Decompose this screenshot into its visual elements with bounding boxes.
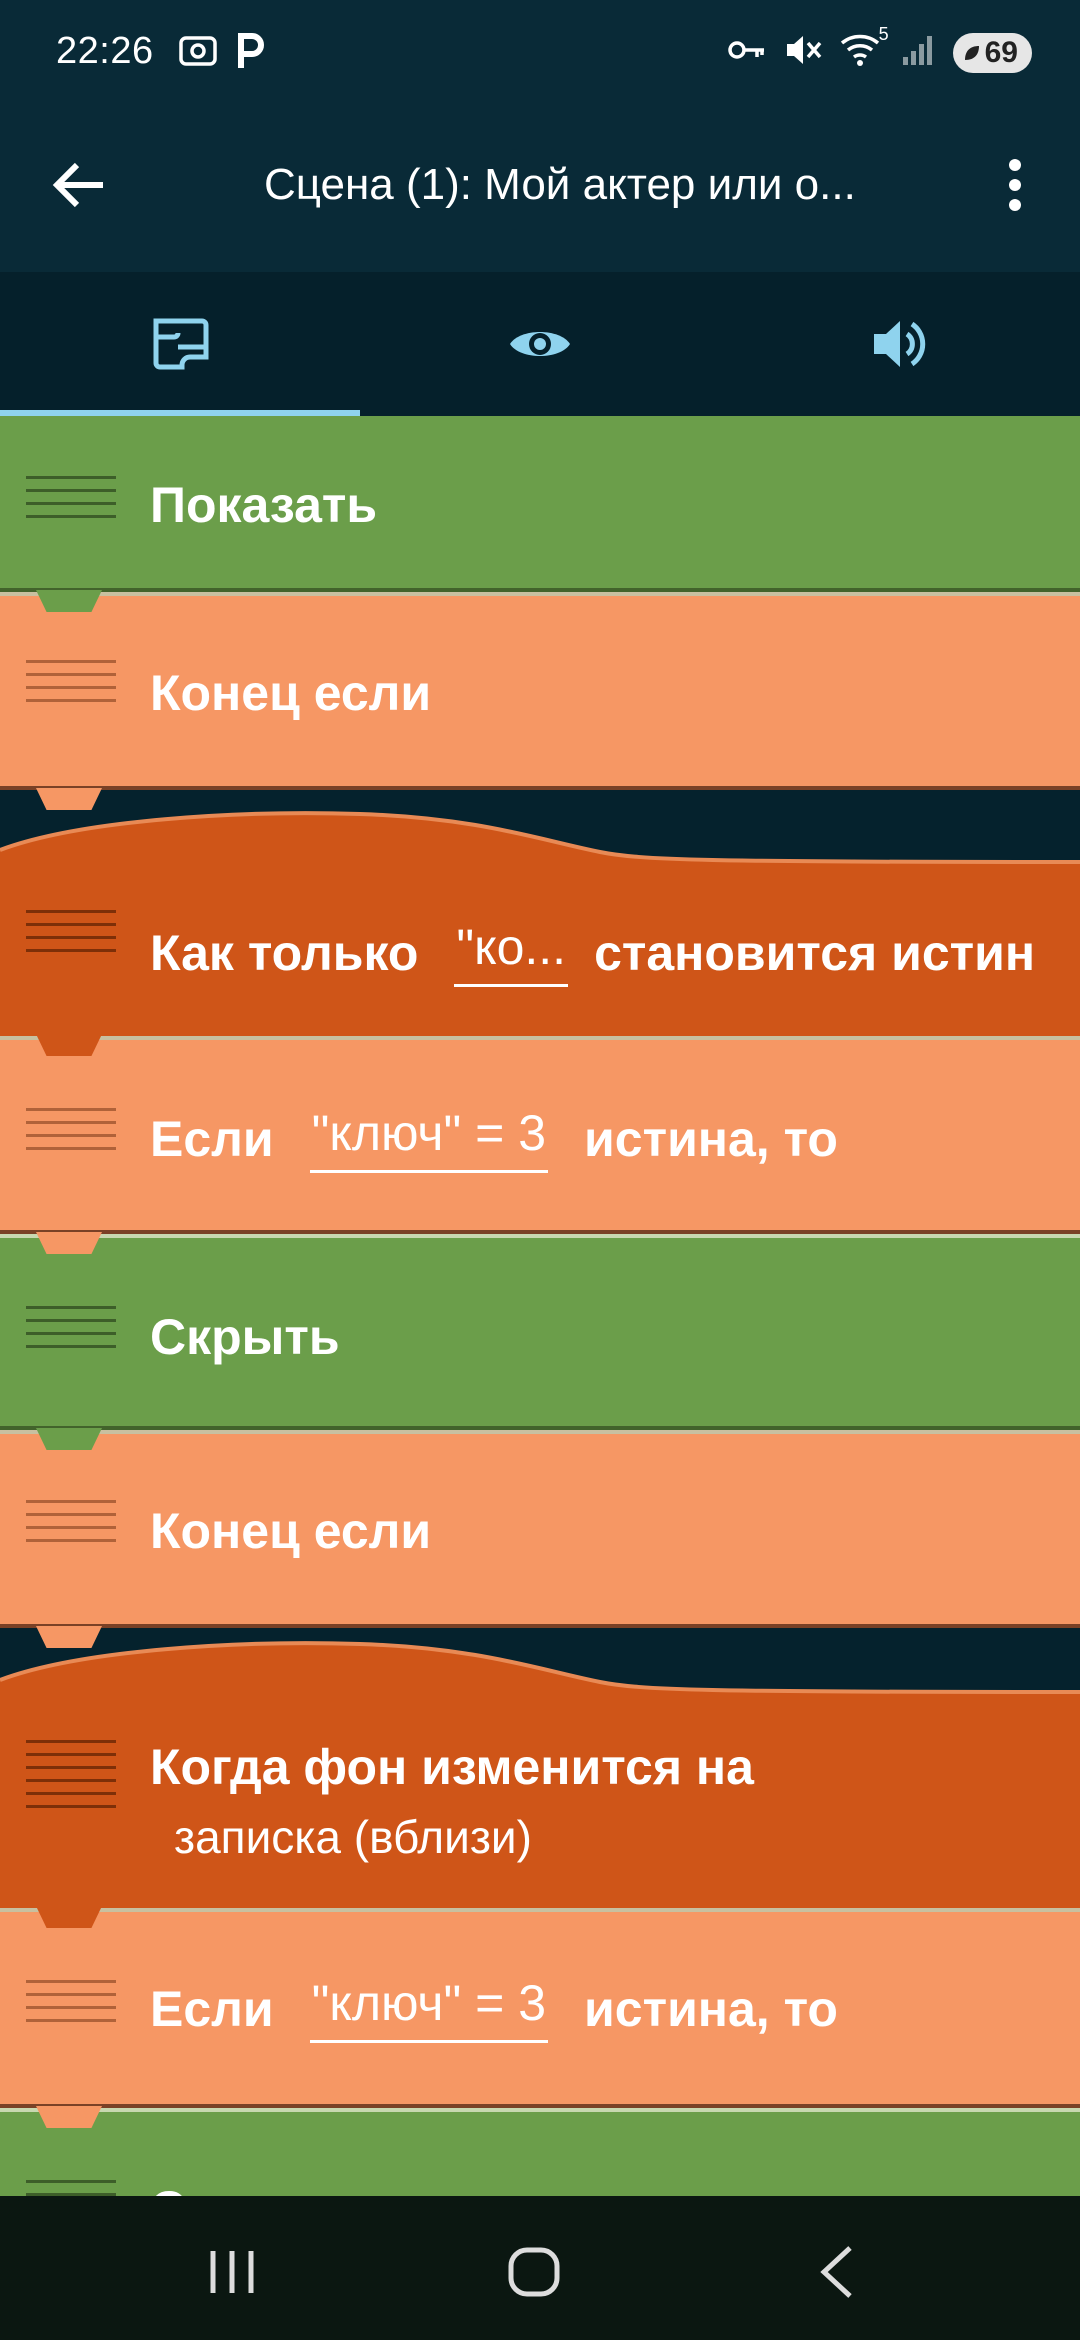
brick-label: Скрыть xyxy=(150,2180,340,2196)
speaker-icon xyxy=(874,321,926,367)
drag-handle-icon[interactable] xyxy=(26,1500,116,1542)
back-button[interactable] xyxy=(44,150,114,220)
brick-label: Конец если xyxy=(150,1503,432,1559)
background-value-field[interactable]: записка (вблизи) xyxy=(174,1810,532,1864)
tab-sounds[interactable] xyxy=(720,272,1080,416)
brick-label: Как только "ко... становится истин xyxy=(150,918,1035,987)
drag-handle-icon[interactable] xyxy=(26,910,116,952)
drag-handle-icon[interactable] xyxy=(26,1306,116,1348)
brick-label: Показать xyxy=(150,477,378,533)
brick-hide[interactable]: Скрыть xyxy=(0,1234,1080,1450)
more-vert-icon xyxy=(1009,159,1021,211)
back-nav-button[interactable] xyxy=(786,2232,886,2312)
drag-handle-icon[interactable] xyxy=(26,1108,116,1150)
wifi-icon: 5 xyxy=(839,24,889,73)
more-options-button[interactable] xyxy=(980,150,1050,220)
status-time: 22:26 xyxy=(56,30,154,72)
brick-if[interactable]: Если "ключ" = 3 истина, то xyxy=(0,1036,1080,1254)
status-left-icons xyxy=(178,32,266,75)
app-bar: Сцена (1): Мой актер или о... xyxy=(0,100,1080,272)
brick-hide[interactable]: Скрыть xyxy=(0,2108,1080,2196)
brick-label: Когда фон изменится на xyxy=(150,1739,754,1795)
brick-end-if[interactable]: Конец если xyxy=(0,592,1080,810)
battery-indicator: 69 xyxy=(952,32,1032,73)
tab-scripts[interactable] xyxy=(0,272,360,416)
battery-level: 69 xyxy=(984,35,1018,69)
brick-when-background-changes[interactable]: Когда фон изменится на записка (вблизи) xyxy=(0,1640,1080,1928)
recent-apps-icon xyxy=(210,2251,254,2293)
brick-end-if[interactable]: Конец если xyxy=(0,1430,1080,1648)
tab-bar xyxy=(0,272,1080,416)
battery-saver-icon xyxy=(963,36,981,70)
home-icon xyxy=(508,2247,560,2297)
brick-show[interactable]: Показать xyxy=(0,416,1080,612)
key-icon xyxy=(727,35,767,70)
signal-icon xyxy=(901,33,937,72)
mute-icon xyxy=(783,32,823,73)
back-nav-icon xyxy=(820,2246,852,2298)
arrow-back-icon xyxy=(52,162,103,208)
drag-handle-icon[interactable] xyxy=(26,660,116,702)
condition-field[interactable]: "ко... xyxy=(454,918,569,987)
home-button[interactable] xyxy=(484,2232,584,2312)
recent-apps-button[interactable] xyxy=(182,2232,282,2312)
condition-field[interactable]: "ключ" = 3 xyxy=(309,1974,549,2043)
drag-handle-icon[interactable] xyxy=(26,476,116,518)
brick-when-condition[interactable]: Как только "ко... становится истин xyxy=(0,810,1080,1056)
drag-handle-icon[interactable] xyxy=(26,1980,116,2022)
brick-if[interactable]: Если "ключ" = 3 истина, то xyxy=(0,1908,1080,2128)
tab-looks[interactable] xyxy=(360,272,720,416)
status-bar: 22:26 5 69 xyxy=(0,0,1080,100)
p-icon xyxy=(236,32,266,75)
wifi-badge: 5 xyxy=(878,24,889,44)
script-icon xyxy=(153,318,209,370)
eye-icon xyxy=(510,332,570,356)
drag-handle-icon[interactable] xyxy=(26,1740,116,1808)
brick-label: Если "ключ" = 3 истина, то xyxy=(150,1974,838,2043)
screenshot-icon xyxy=(178,33,218,74)
drag-handle-icon[interactable] xyxy=(26,2180,116,2196)
condition-field[interactable]: "ключ" = 3 xyxy=(309,1104,549,1173)
script-area[interactable]: Показать Конец если Как только "ко... ст… xyxy=(0,416,1080,2196)
status-right-icons: 5 69 xyxy=(727,24,1032,73)
brick-label: Скрыть xyxy=(150,1309,340,1365)
page-title: Сцена (1): Мой актер или о... xyxy=(264,160,856,209)
brick-label: Конец если xyxy=(150,665,432,721)
brick-label: Если "ключ" = 3 истина, то xyxy=(150,1104,838,1173)
system-navigation-bar xyxy=(0,2196,1080,2340)
